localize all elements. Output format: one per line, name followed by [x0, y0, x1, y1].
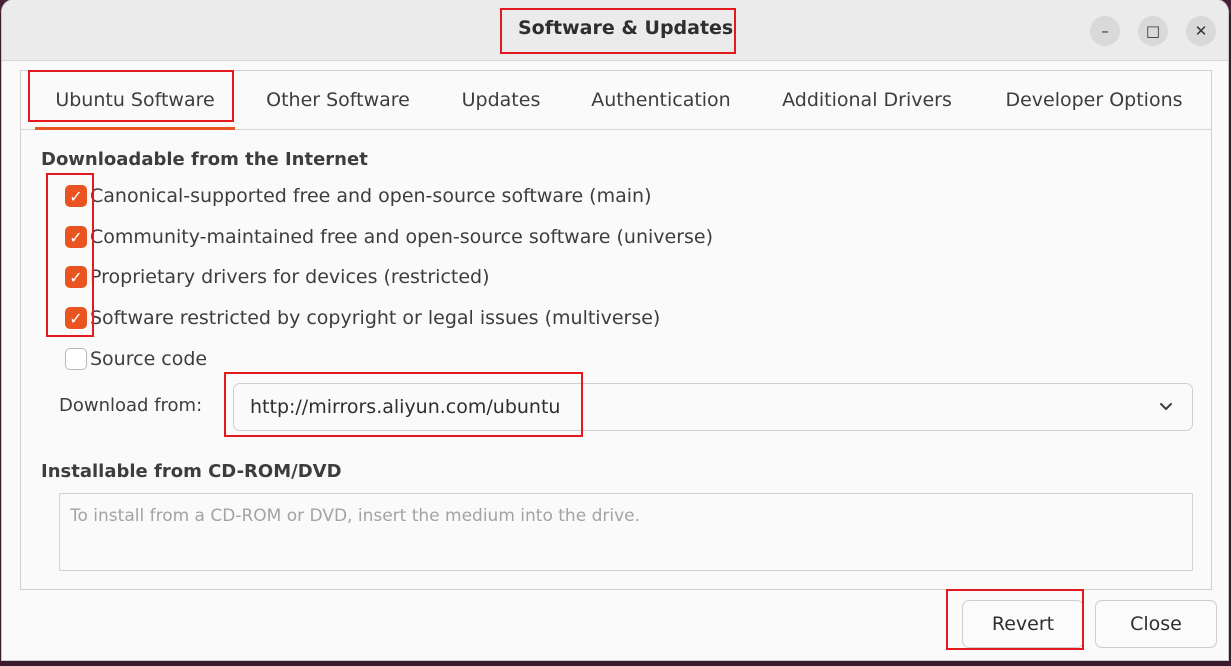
tab-other-software[interactable]: Other Software — [253, 71, 423, 129]
tab-label: Ubuntu Software — [55, 89, 215, 111]
checkbox-restricted[interactable]: ✓ — [65, 266, 87, 288]
tab-label: Authentication — [591, 89, 731, 111]
download-from-label: Download from: — [59, 395, 203, 416]
checkbox-universe[interactable]: ✓ — [65, 226, 87, 248]
option-label: Canonical-supported free and open-source… — [90, 185, 652, 207]
tab-additional-drivers[interactable]: Additional Drivers — [765, 71, 969, 129]
cdrom-heading: Installable from CD-ROM/DVD — [41, 461, 342, 482]
option-label: Proprietary drivers for devices (restric… — [90, 266, 490, 288]
tab-notebook: Ubuntu Software Other Software Updates A… — [20, 70, 1212, 590]
tab-bar: Ubuntu Software Other Software Updates A… — [21, 71, 1211, 130]
checkbox-multiverse[interactable]: ✓ — [65, 307, 87, 329]
cdrom-placeholder: To install from a CD-ROM or DVD, insert … — [70, 506, 640, 526]
option-restricted[interactable]: ✓ Proprietary drivers for devices (restr… — [65, 263, 490, 291]
maximize-button[interactable]: □ — [1138, 16, 1168, 46]
minimize-button[interactable]: – — [1090, 16, 1120, 46]
option-multiverse[interactable]: ✓ Software restricted by copyright or le… — [65, 304, 660, 332]
checkbox-main[interactable]: ✓ — [65, 185, 87, 207]
tab-ubuntu-software[interactable]: Ubuntu Software — [35, 71, 235, 130]
close-icon: ✕ — [1194, 22, 1208, 40]
tab-label: Updates — [461, 89, 541, 111]
check-icon: ✓ — [69, 308, 83, 328]
downloadable-heading: Downloadable from the Internet — [41, 149, 368, 170]
tab-updates[interactable]: Updates — [441, 71, 561, 129]
revert-label: Revert — [991, 613, 1055, 635]
cdrom-list: To install from a CD-ROM or DVD, insert … — [59, 493, 1193, 571]
tab-developer-options[interactable]: Developer Options — [989, 71, 1199, 129]
check-icon: ✓ — [69, 227, 83, 247]
revert-button[interactable]: Revert — [962, 600, 1084, 648]
tab-label: Other Software — [266, 89, 410, 111]
close-button[interactable]: Close — [1095, 600, 1217, 648]
download-server-dropdown[interactable]: http://mirrors.aliyun.com/ubuntu — [233, 383, 1193, 431]
option-source-code[interactable]: Source code — [65, 345, 207, 373]
minimize-icon: – — [1101, 22, 1109, 40]
check-icon: ✓ — [69, 267, 83, 287]
check-icon: ✓ — [69, 186, 83, 206]
chevron-down-icon — [1160, 403, 1172, 410]
option-universe[interactable]: ✓ Community-maintained free and open-sou… — [65, 223, 713, 251]
option-label: Source code — [90, 348, 208, 370]
download-server-value: http://mirrors.aliyun.com/ubuntu — [250, 396, 561, 418]
option-main[interactable]: ✓ Canonical-supported free and open-sour… — [65, 182, 651, 210]
software-updates-window: Software & Updates – □ ✕ Ubuntu Software… — [2, 0, 1228, 660]
tab-label: Developer Options — [1005, 89, 1183, 111]
window-title: Software & Updates — [518, 17, 734, 39]
option-label: Community-maintained free and open-sourc… — [90, 226, 714, 248]
checkbox-source-code[interactable] — [65, 348, 87, 370]
tab-label: Additional Drivers — [782, 89, 952, 111]
close-window-button[interactable]: ✕ — [1186, 16, 1216, 46]
close-label: Close — [1130, 613, 1182, 635]
tab-authentication[interactable]: Authentication — [577, 71, 745, 129]
option-label: Software restricted by copyright or lega… — [90, 307, 661, 329]
titlebar[interactable]: Software & Updates – □ ✕ — [2, 0, 1228, 61]
maximize-icon: □ — [1145, 22, 1161, 40]
